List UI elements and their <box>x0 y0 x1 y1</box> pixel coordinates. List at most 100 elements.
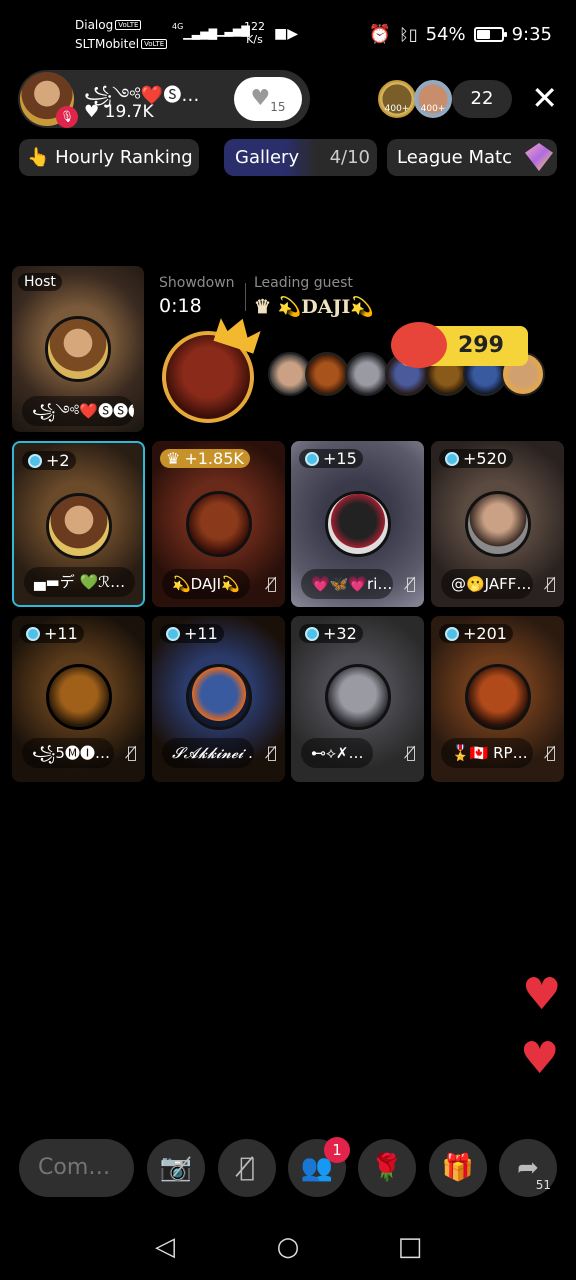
alarm-icon: ⏰ <box>368 24 392 45</box>
mic-muted-icon: 🎙 <box>56 106 78 128</box>
guest-seat-7[interactable]: +32 ⊷⟡✗… 🎙̸ <box>291 616 424 782</box>
home-icon[interactable]: ○ <box>273 1232 303 1262</box>
like-button[interactable]: ♥15 <box>234 77 302 121</box>
guest-avatar <box>464 491 531 557</box>
viewer-count[interactable]: 22 <box>452 80 512 118</box>
battery-icon <box>473 27 507 42</box>
share-count: 51 <box>535 1178 551 1192</box>
divider <box>245 283 246 311</box>
gem-icon <box>445 451 459 466</box>
status-bar: Dialog VoLTE SLTMobitel VoLTE 4G▁▃▅▇ ▁▃▅▇ … <box>0 0 576 66</box>
showdown-timer: 0:18 <box>159 295 202 317</box>
heart-mascot-icon <box>391 322 447 368</box>
video-record-icon: ■▶ <box>274 26 298 42</box>
close-icon[interactable]: ✕ <box>531 82 558 114</box>
requests-badge: 1 <box>324 1137 350 1163</box>
guest-score-tag: +15 <box>299 449 363 468</box>
rose-icon[interactable]: 🌹 <box>358 1139 416 1197</box>
carrier-2: SLTMobitel VoLTE <box>75 37 168 51</box>
host-card[interactable]: Host ꧁༺❤️🅢🅢🅣… <box>12 266 144 432</box>
clock: 9:35 <box>511 24 552 45</box>
host-card-avatar <box>45 316 111 382</box>
hourly-ranking-chip[interactable]: 👆 Hourly Ranking <box>19 139 199 176</box>
guest-avatar <box>464 664 531 730</box>
guest-name: ⊷⟡✗… <box>301 738 374 768</box>
leading-guest-name: ♛ 💫DAJI💫 <box>254 296 375 318</box>
guest-score-tag: +2 <box>22 451 76 470</box>
guest-name: 🎖️🇨🇦 RP… <box>441 738 533 768</box>
guest-score-tag: +201 <box>439 624 513 643</box>
heart-icon: ♥ <box>520 1033 560 1084</box>
guest-score-tag: +11 <box>20 624 84 643</box>
host-tag: Host <box>18 273 62 291</box>
guest-avatar <box>185 491 252 557</box>
top-viewers[interactable]: 400+ 400+ 22 <box>378 80 512 118</box>
guest-seat-2[interactable]: ♛ +1.85K 💫DAJI💫 🎙̸ <box>152 441 285 607</box>
comment-input[interactable] <box>19 1139 134 1197</box>
gallery-chip[interactable]: Gallery 4/10 <box>224 139 377 176</box>
guest-score-tag: ♛ +1.85K <box>160 449 250 468</box>
bluetooth-icon: ᛒ▯ <box>399 25 418 44</box>
volte-badge: VoLTE <box>115 20 142 30</box>
guest-score-tag: +32 <box>299 624 363 643</box>
guest-name: ▄▬デ 💚ℛ… <box>24 567 136 597</box>
net-speed: 122 K/s <box>244 20 265 46</box>
heart-icon: ♥ <box>250 86 271 111</box>
volte-badge: VoLTE <box>141 39 168 49</box>
gem-icon <box>305 451 319 466</box>
guest-name: @🫢JAFF… <box>441 569 533 599</box>
share-icon[interactable]: ➦ 51 <box>499 1139 557 1197</box>
mic-off-icon: 🎙̸ <box>127 743 137 762</box>
mic-off-icon: 🎙̸ <box>546 743 556 762</box>
guest-name: 💫DAJI💫 <box>162 569 250 599</box>
crown-icon: ♛ <box>166 449 181 468</box>
guest-name: ꧁5🅜🅘… <box>22 738 114 768</box>
guest-seat-8[interactable]: +201 🎖️🇨🇦 RP… 🎙̸ <box>431 616 564 782</box>
mic-off-icon: 🎙̸ <box>406 743 416 762</box>
mic-off-icon: 🎙̸ <box>267 743 277 762</box>
guest-avatar <box>324 664 391 730</box>
guest-score-tag: +520 <box>439 449 513 468</box>
guest-name: 𝓢𝓐𝓴𝓴𝓲𝓷𝓮𝓲 … <box>162 738 254 768</box>
guest-seat-6[interactable]: +11 𝓢𝓐𝓴𝓴𝓲𝓷𝓮𝓲 … 🎙̸ <box>152 616 285 782</box>
guest-name: 💗🦋💗ri… <box>301 569 393 599</box>
guest-seat-3[interactable]: +15 💗🦋💗ri… 🎙̸ <box>291 441 424 607</box>
battery-percent: 54% <box>425 24 466 45</box>
viewer-avatar[interactable]: 400+ <box>378 80 416 118</box>
guest-avatar <box>45 493 112 559</box>
signal-icon: 4G▁▃▅▇ <box>172 22 218 40</box>
gem-icon <box>305 626 319 641</box>
mic-off-icon[interactable]: 🎙̸ <box>218 1139 276 1197</box>
mic-off-icon: 🎙̸ <box>267 574 277 593</box>
gem-icon <box>166 626 180 641</box>
carrier-1: Dialog VoLTE <box>75 18 142 32</box>
viewer-avatar[interactable]: 400+ <box>414 80 452 118</box>
recents-icon[interactable]: □ <box>395 1232 425 1262</box>
gem-icon <box>525 143 553 171</box>
heart-icon: ♥ <box>522 969 562 1020</box>
video-off-icon[interactable]: 📷̸ <box>147 1139 205 1197</box>
mic-off-icon: 🎙̸ <box>406 574 416 593</box>
gem-icon <box>26 626 40 641</box>
gallery-progress: 4/10 <box>329 147 370 168</box>
guest-seat-5[interactable]: +11 ꧁5🅜🅘… 🎙̸ <box>12 616 145 782</box>
guest-seat-1[interactable]: +2 ▄▬デ 💚ℛ… <box>12 441 145 607</box>
guest-avatar <box>185 664 252 730</box>
guest-score-tag: +11 <box>160 624 224 643</box>
host-info-pill[interactable]: 🎙 ꧁༺❤️🅢… ♥ 19.7K ♥15 <box>18 70 310 128</box>
supporter-avatar[interactable] <box>305 352 349 396</box>
league-match-chip[interactable]: League Matc <box>387 139 557 176</box>
mic-off-icon: 🎙̸ <box>546 574 556 593</box>
guest-avatar <box>45 664 112 730</box>
users-icon[interactable]: 👥 1 <box>288 1137 350 1197</box>
back-icon[interactable]: ◁ <box>150 1232 180 1262</box>
gem-icon <box>28 453 42 468</box>
host-card-name: ꧁༺❤️🅢🅢🅣… <box>22 396 134 426</box>
gift-icon[interactable]: 🎁 <box>429 1139 487 1197</box>
showdown-label: Showdown <box>159 275 235 291</box>
guest-avatar <box>324 491 391 557</box>
supporter-avatar[interactable] <box>345 352 389 396</box>
gem-icon <box>445 626 459 641</box>
guest-seat-4[interactable]: +520 @🫢JAFF… 🎙̸ <box>431 441 564 607</box>
leading-guest-label: Leading guest <box>254 275 353 291</box>
